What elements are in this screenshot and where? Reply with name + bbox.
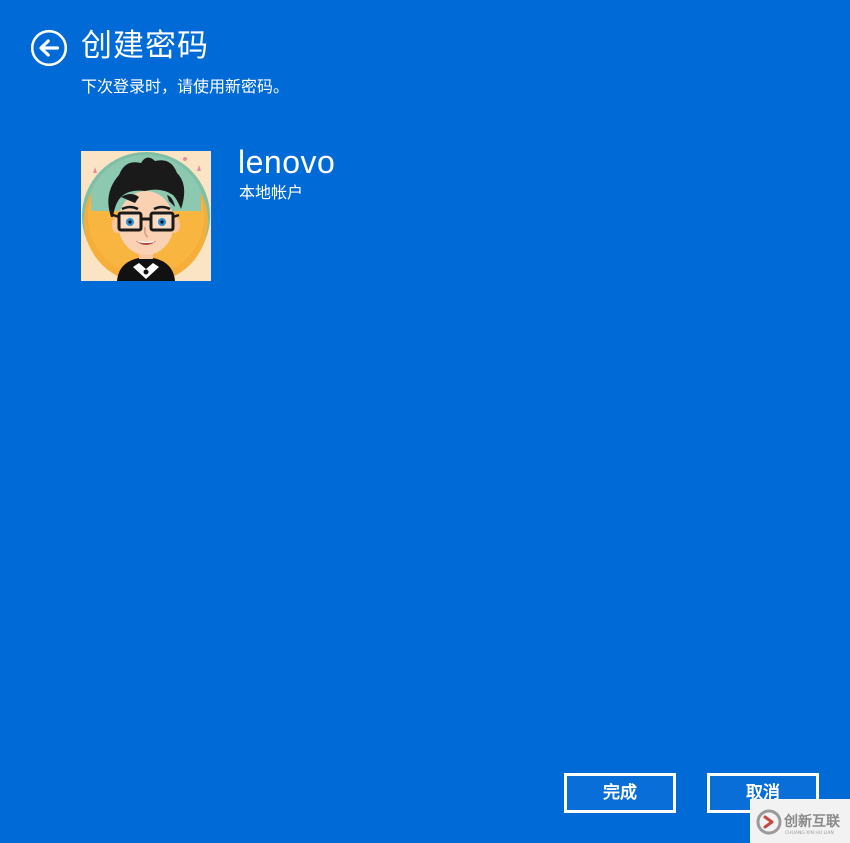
page-subtitle: 下次登录时，请使用新密码。 <box>81 77 290 96</box>
done-button[interactable]: 完成 <box>564 773 676 813</box>
page-title: 创建密码 <box>81 28 209 64</box>
user-avatar-image <box>81 151 211 281</box>
account-type: 本地帐户 <box>239 183 304 202</box>
back-button[interactable] <box>30 29 68 67</box>
watermark-logo-image: 创新互联 CHUANG XIN HU LIAN <box>756 809 841 836</box>
avatar <box>81 151 211 281</box>
back-arrow-icon <box>30 29 68 67</box>
watermark-brand: 创新互联 <box>783 813 841 830</box>
watermark-logo: 创新互联 CHUANG XIN HU LIAN <box>750 799 850 843</box>
watermark-tagline: CHUANG XIN HU LIAN <box>785 830 834 836</box>
account-name: lenovo <box>238 144 336 180</box>
